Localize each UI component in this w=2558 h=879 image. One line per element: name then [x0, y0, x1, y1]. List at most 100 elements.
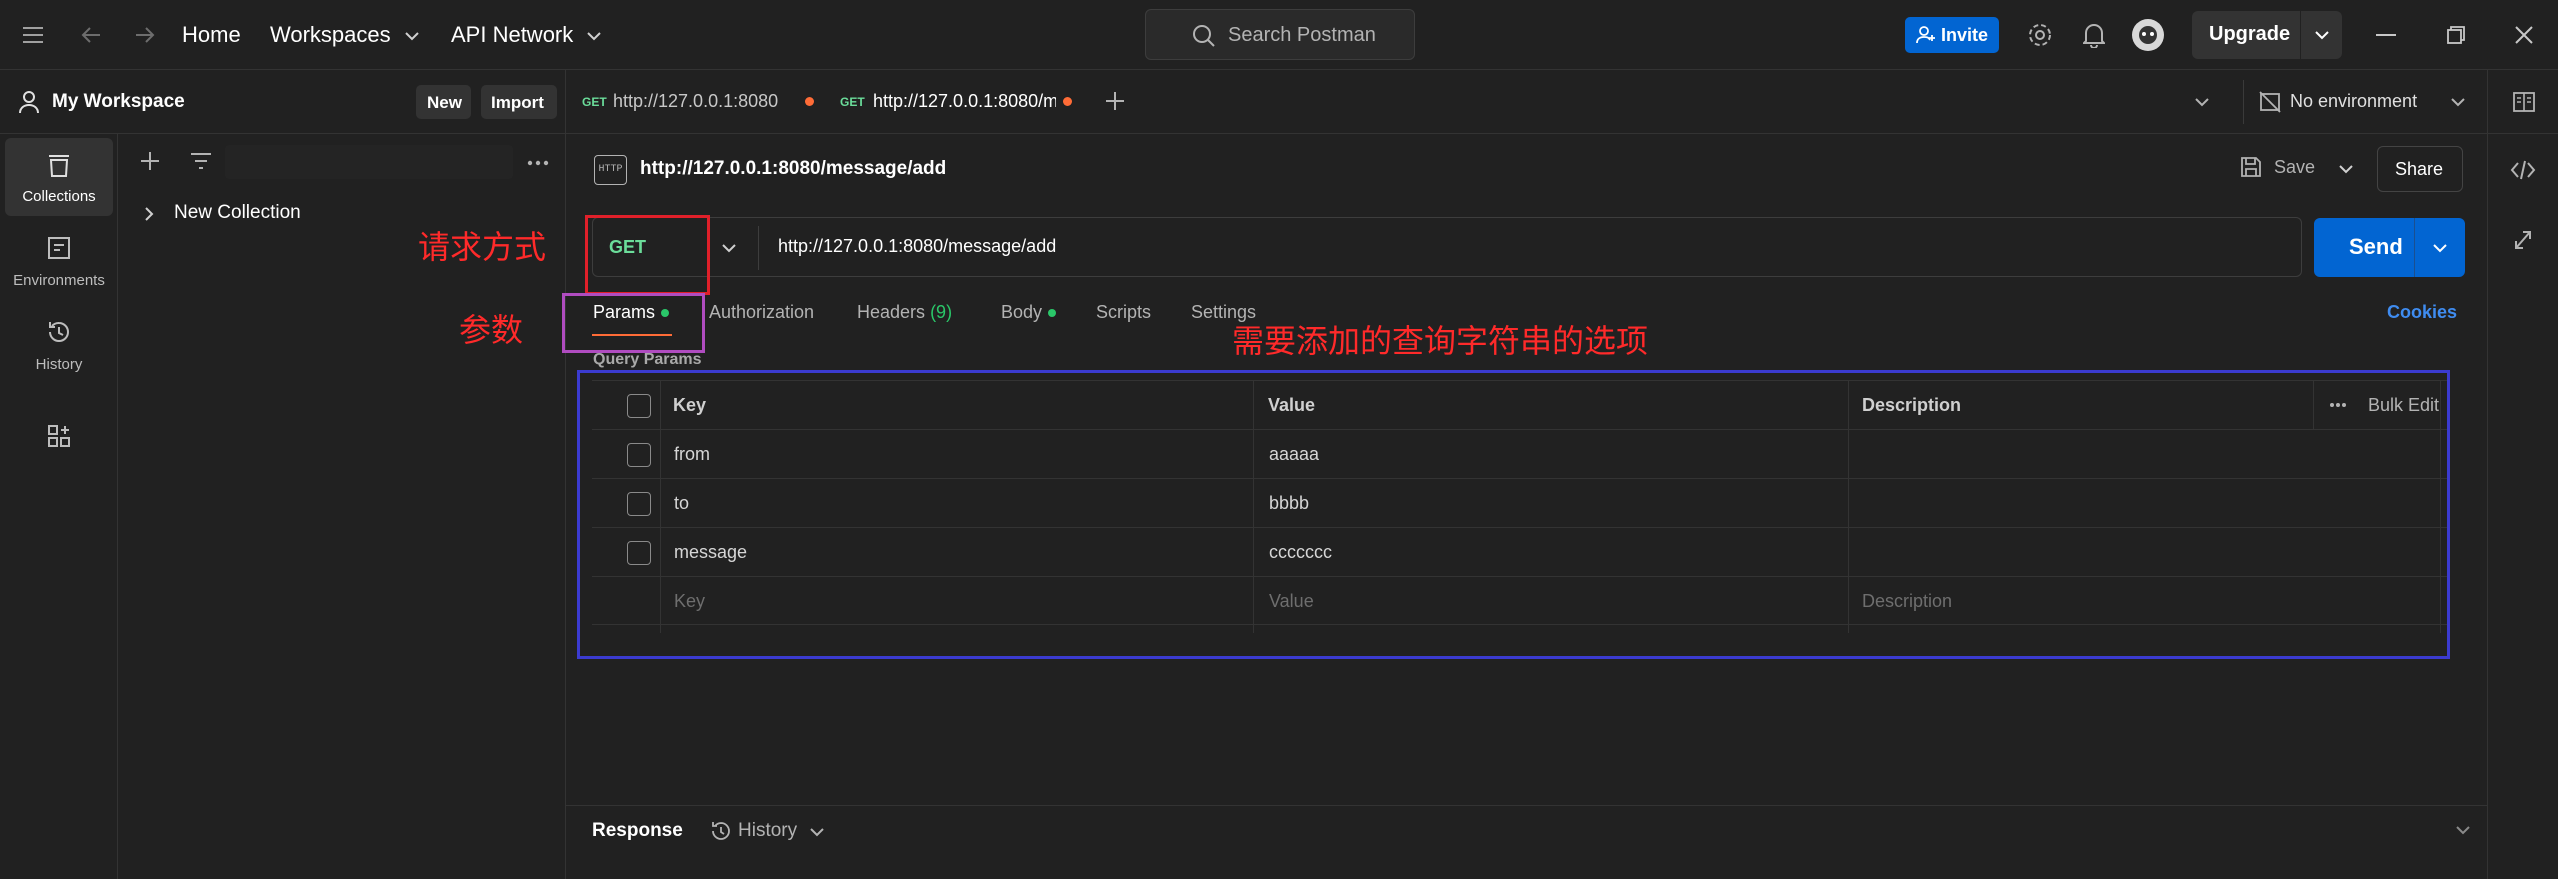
send-button[interactable]: Send: [2314, 218, 2465, 277]
nav-api-network-label: API Network: [451, 22, 574, 47]
filter-icon[interactable]: [190, 152, 212, 170]
top-bar: Home Workspaces API Network Search Postm…: [0, 0, 2558, 70]
rail-label: History: [35, 356, 83, 373]
nav-home[interactable]: Home: [182, 22, 241, 48]
restore-icon[interactable]: [2446, 25, 2466, 45]
annotation-method-box: [585, 215, 710, 295]
collections-search-input[interactable]: [225, 145, 513, 179]
chevron-down-icon: [405, 31, 419, 41]
add-apps-icon[interactable]: [47, 424, 71, 448]
import-label: Import: [491, 93, 544, 112]
related-collections-icon[interactable]: [2513, 229, 2533, 251]
request-tab-active[interactable]: GET http://127.0.0.1:8080/message/add: [838, 70, 1074, 134]
chevron-right-icon[interactable]: [144, 206, 154, 222]
tab-authorization[interactable]: Authorization: [709, 302, 814, 323]
chevron-down-icon: [2450, 97, 2466, 107]
chevron-down-icon[interactable]: [810, 828, 824, 837]
save-button[interactable]: Save: [2274, 157, 2315, 178]
nav-workspaces[interactable]: Workspaces: [270, 22, 419, 48]
user-icon: [18, 90, 40, 114]
request-tab[interactable]: GET http://127.0.0.1:8080/message/add: [580, 70, 820, 134]
unsaved-dot: [805, 97, 814, 106]
url-bar: GET http://127.0.0.1:8080/message/add: [592, 217, 2302, 277]
back-arrow-icon[interactable]: [80, 24, 102, 46]
history-icon[interactable]: [711, 821, 731, 841]
rail-item-history[interactable]: History: [5, 306, 113, 384]
more-options-icon[interactable]: [527, 160, 549, 166]
headers-count: (9): [930, 302, 953, 322]
new-button[interactable]: New: [416, 85, 471, 119]
chevron-down-icon[interactable]: [2432, 243, 2448, 253]
environment-selector[interactable]: No environment: [2256, 70, 2465, 134]
new-label: New: [427, 93, 462, 112]
nav-api-network[interactable]: API Network: [451, 22, 602, 48]
rail-item-collections[interactable]: Collections: [5, 138, 113, 216]
annotation-params-text: 参数: [459, 311, 524, 349]
bell-icon[interactable]: [2083, 22, 2105, 48]
upgrade-label: Upgrade: [2209, 23, 2291, 45]
search-icon: [1192, 24, 1216, 48]
tab-label: Headers: [857, 302, 926, 322]
minimize-icon[interactable]: [2376, 34, 2396, 36]
rail-label: Environments: [13, 272, 105, 289]
add-collection-icon[interactable]: [140, 151, 160, 171]
upgrade-button[interactable]: Upgrade: [2192, 11, 2342, 59]
chevron-down-icon: [587, 31, 602, 41]
import-button[interactable]: Import: [481, 85, 557, 119]
environment-quick-look-icon[interactable]: [2512, 90, 2536, 114]
chevron-down-icon[interactable]: [2338, 164, 2354, 174]
annotation-query-text: 需要添加的查询字符串的选项: [1232, 322, 1649, 360]
chevron-down-icon[interactable]: [2194, 97, 2210, 107]
tab-body[interactable]: Body: [1001, 302, 1057, 323]
response-title: Response: [592, 820, 683, 841]
forward-arrow-icon[interactable]: [134, 24, 156, 46]
workspace-title[interactable]: My Workspace: [52, 91, 185, 113]
rail-item-environments[interactable]: Environments: [5, 222, 113, 300]
menu-icon[interactable]: [22, 26, 44, 44]
http-icon: HTTP: [594, 155, 627, 185]
chevron-down-icon[interactable]: [721, 243, 737, 253]
status-dot: [1048, 309, 1057, 318]
no-environment-icon: [2258, 90, 2282, 114]
collections-icon: [49, 155, 69, 177]
chevron-down-icon[interactable]: [2456, 826, 2470, 835]
workspace-tabs-row: My Workspace New Import GET http://127.0…: [0, 70, 2558, 134]
rail-label: Collections: [22, 188, 96, 205]
search-bar[interactable]: Search Postman: [1145, 9, 1415, 60]
annotation-params-box: [562, 293, 705, 353]
query-params-label: Query Params: [593, 351, 702, 368]
tab-method: GET: [840, 95, 865, 109]
annotation-method-text: 请求方式: [418, 228, 547, 266]
response-history-button[interactable]: History: [738, 820, 797, 842]
add-tab-icon[interactable]: [1105, 91, 1125, 111]
collection-item[interactable]: New Collection: [174, 202, 301, 224]
nav-workspaces-label: Workspaces: [270, 22, 391, 47]
search-placeholder: Search Postman: [1228, 24, 1376, 46]
share-label: Share: [2395, 159, 2444, 179]
invite-label: Invite: [1941, 25, 1989, 45]
close-icon[interactable]: [2514, 25, 2534, 45]
annotation-query-box: [577, 370, 2450, 659]
chevron-down-icon[interactable]: [2314, 30, 2330, 40]
settings-gear-icon[interactable]: [2027, 22, 2053, 48]
tab-headers[interactable]: Headers (9): [857, 302, 952, 323]
tab-method: GET: [582, 95, 607, 109]
invite-button[interactable]: Invite: [1905, 17, 1999, 53]
tab-label: Body: [1001, 302, 1043, 322]
avatar[interactable]: [2132, 19, 2164, 51]
environments-icon: [48, 237, 70, 259]
left-rail: Collections Environments History: [0, 134, 118, 879]
save-icon[interactable]: [2240, 156, 2262, 178]
environment-label: No environment: [2290, 91, 2418, 111]
add-user-icon: [1916, 25, 1936, 45]
tab-scripts[interactable]: Scripts: [1096, 302, 1151, 323]
url-input[interactable]: http://127.0.0.1:8080/message/add: [778, 236, 1056, 257]
history-icon: [49, 322, 69, 342]
request-title[interactable]: http://127.0.0.1:8080/message/add: [640, 158, 946, 180]
cookies-link[interactable]: Cookies: [2387, 302, 2457, 323]
tab-title: http://127.0.0.1:8080/message/add: [873, 91, 1056, 111]
code-icon[interactable]: [2510, 160, 2536, 180]
tab-title: http://127.0.0.1:8080/message/add: [613, 91, 778, 111]
send-label: Send: [2349, 234, 2403, 259]
share-button[interactable]: Share: [2377, 146, 2463, 192]
